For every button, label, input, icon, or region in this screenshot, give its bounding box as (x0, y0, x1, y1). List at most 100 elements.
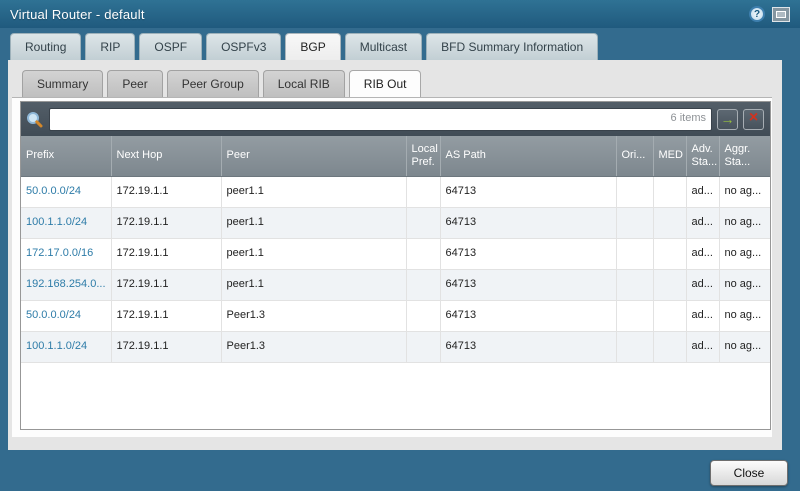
column-header-ori[interactable]: Ori... (616, 136, 653, 176)
cell: 64713 (440, 238, 616, 269)
filter-toolbar: 6 items → × (21, 102, 770, 136)
cell (653, 331, 686, 362)
prefix-cell: 50.0.0.0/24 (21, 176, 111, 207)
tab-ospfv3[interactable]: OSPFv3 (206, 33, 281, 60)
dialog-title: Virtual Router - default (10, 7, 145, 22)
apply-filter-arrow-icon: → (721, 112, 735, 126)
help-icon[interactable]: ? (749, 6, 765, 22)
cell: Peer1.3 (221, 300, 406, 331)
column-header-local-pref[interactable]: Local Pref. (406, 136, 440, 176)
main-tabs: RoutingRIPOSPFOSPFv3BGPMulticastBFD Summ… (10, 33, 598, 60)
cell: 172.19.1.1 (111, 300, 221, 331)
column-header-aggr-sta[interactable]: Aggr. Sta... (719, 136, 770, 176)
rib-out-grid: PrefixNext HopPeerLocal Pref.AS PathOri.… (21, 136, 770, 429)
table-row[interactable]: 100.1.1.0/24172.19.1.1Peer1.364713ad...n… (21, 331, 770, 362)
prefix-cell: 172.17.0.0/16 (21, 238, 111, 269)
cell: no ag... (719, 176, 770, 207)
tab-bfd-summary-information[interactable]: BFD Summary Information (426, 33, 598, 60)
cell: 64713 (440, 207, 616, 238)
cell (616, 176, 653, 207)
cell: ad... (686, 269, 719, 300)
table-row[interactable]: 192.168.254.0...172.19.1.1peer1.1 64713 ad… (21, 269, 770, 300)
cell (406, 176, 440, 207)
column-header-adv-sta[interactable]: Adv. Sta... (686, 136, 719, 176)
table-row[interactable]: 100.1.1.0/24172.19.1.1peer1.164713ad...n… (21, 207, 770, 238)
table-row[interactable]: 50.0.0.0/24172.19.1.1Peer1.3 64713 ad...no… (21, 300, 770, 331)
cell (406, 238, 440, 269)
column-header-med[interactable]: MED (653, 136, 686, 176)
close-button[interactable]: Close (710, 460, 788, 486)
tab-ospf[interactable]: OSPF (139, 33, 202, 60)
subtab-rib-out[interactable]: RIB Out (349, 70, 422, 97)
subtab-summary[interactable]: Summary (22, 70, 103, 97)
clear-filter-button[interactable]: × (743, 109, 764, 130)
cell (653, 300, 686, 331)
cell (406, 300, 440, 331)
table-row[interactable]: 50.0.0.0/24172.19.1.1peer1.164713ad...no… (21, 176, 770, 207)
prefix-cell: 50.0.0.0/24 (21, 300, 111, 331)
cell: no ag... (719, 300, 770, 331)
column-header-prefix[interactable]: Prefix (21, 136, 111, 176)
cell: peer1.1 (221, 238, 406, 269)
tab-routing[interactable]: Routing (10, 33, 81, 60)
cell: 172.19.1.1 (111, 269, 221, 300)
clear-filter-x-icon: × (749, 110, 758, 126)
titlebar-icons: ? (749, 6, 790, 22)
cell: no ag... (719, 269, 770, 300)
cell: 172.19.1.1 (111, 207, 221, 238)
rib-out-table: PrefixNext HopPeerLocal Pref.AS PathOri.… (21, 136, 770, 363)
apply-filter-button[interactable]: → (717, 109, 738, 130)
cell: ad... (686, 238, 719, 269)
cell (616, 269, 653, 300)
cell (653, 269, 686, 300)
search-wrap: 6 items (49, 108, 712, 131)
column-header-next-hop[interactable]: Next Hop (111, 136, 221, 176)
rib-out-panel: 6 items → × (20, 101, 771, 430)
cell (616, 238, 653, 269)
cell: 172.19.1.1 (111, 238, 221, 269)
cell: no ag... (719, 331, 770, 362)
restore-window-icon[interactable] (772, 7, 790, 22)
cell: 64713 (440, 331, 616, 362)
cell: peer1.1 (221, 176, 406, 207)
cell (406, 269, 440, 300)
dialog-titlebar: Virtual Router - default ? (0, 0, 800, 28)
cell: 64713 (440, 269, 616, 300)
filter-input[interactable] (49, 108, 712, 131)
tab-multicast[interactable]: Multicast (345, 33, 422, 60)
cell: 64713 (440, 300, 616, 331)
table-body: 50.0.0.0/24172.19.1.1peer1.164713ad...no… (21, 176, 770, 362)
cell: peer1.1 (221, 269, 406, 300)
column-header-as-path[interactable]: AS Path (440, 136, 616, 176)
cell: no ag... (719, 238, 770, 269)
subtab-local-rib[interactable]: Local RIB (263, 70, 345, 97)
tab-bgp[interactable]: BGP (285, 33, 340, 60)
cell (616, 300, 653, 331)
prefix-cell: 192.168.254.0... (21, 269, 111, 300)
cell: ad... (686, 176, 719, 207)
subtab-peer[interactable]: Peer (107, 70, 162, 97)
tab-body: 6 items → × (12, 97, 772, 437)
cell: 172.19.1.1 (111, 331, 221, 362)
cell (406, 331, 440, 362)
cell (653, 207, 686, 238)
subtab-peer-group[interactable]: Peer Group (167, 70, 259, 97)
cell (653, 176, 686, 207)
cell (616, 331, 653, 362)
cell (406, 207, 440, 238)
cell: 172.19.1.1 (111, 176, 221, 207)
prefix-cell: 100.1.1.0/24 (21, 331, 111, 362)
table-header-row: PrefixNext HopPeerLocal Pref.AS PathOri.… (21, 136, 770, 176)
cell: no ag... (719, 207, 770, 238)
column-header-peer[interactable]: Peer (221, 136, 406, 176)
cell: peer1.1 (221, 207, 406, 238)
cell (616, 207, 653, 238)
dialog-content: SummaryPeerPeer GroupLocal RIBRIB Out 6 … (8, 60, 782, 450)
cell: Peer1.3 (221, 331, 406, 362)
restore-window-inner (776, 11, 786, 18)
cell (653, 238, 686, 269)
cell: ad... (686, 300, 719, 331)
table-row[interactable]: 172.17.0.0/16172.19.1.1peer1.1 64713 ad...… (21, 238, 770, 269)
tab-rip[interactable]: RIP (85, 33, 135, 60)
sub-tabs: SummaryPeerPeer GroupLocal RIBRIB Out (22, 70, 421, 97)
